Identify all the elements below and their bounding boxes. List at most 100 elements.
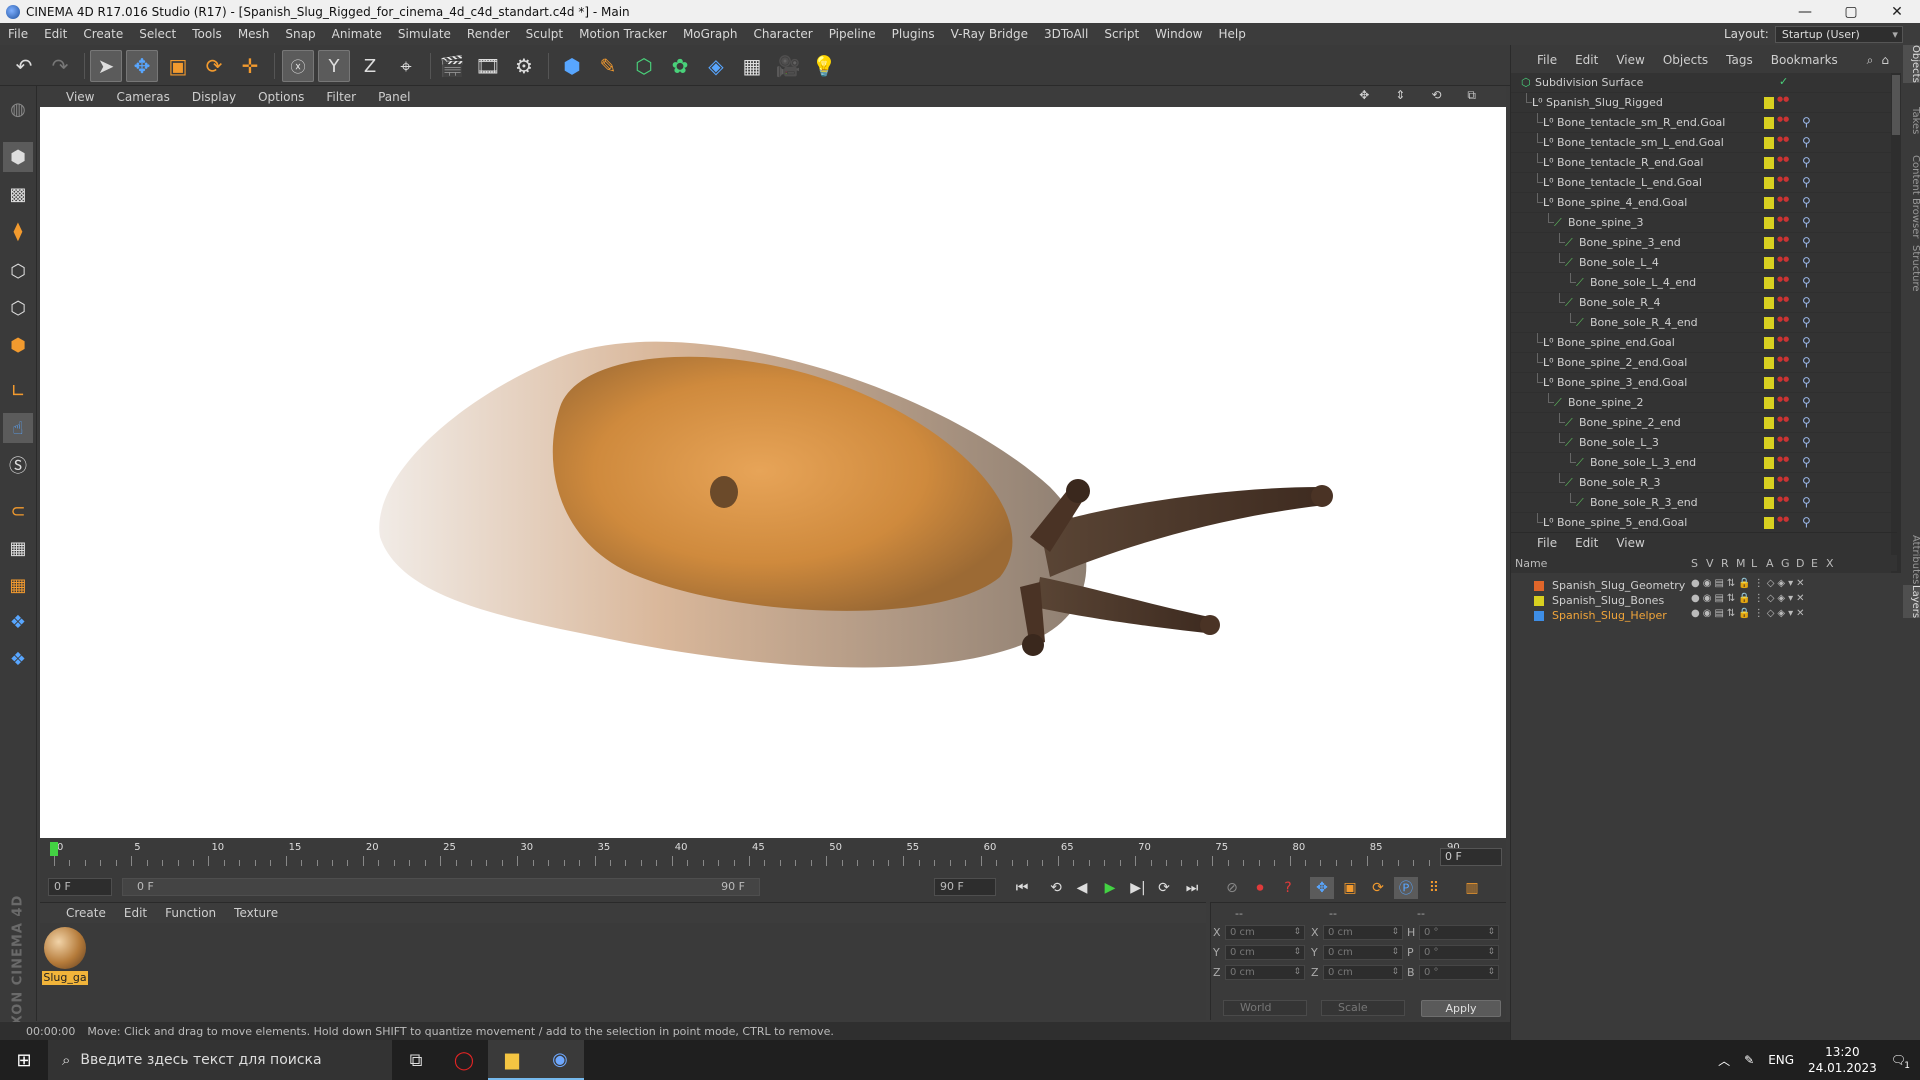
object-row[interactable]: ⟋ Bone_sole_L_4 ●● ⚲ [1511, 253, 1891, 273]
transform-icon[interactable]: ✛ [234, 50, 266, 82]
coord-value-field[interactable]: 0 cm [1225, 965, 1305, 980]
layer-color-swatch[interactable] [1764, 497, 1774, 509]
locked-workplane-icon[interactable]: ▦ [3, 533, 33, 563]
material-thumbnail[interactable]: Slug_ga [42, 927, 88, 987]
visibility-dots-icon[interactable]: ●● [1777, 156, 1789, 163]
menu-help[interactable]: Help [1218, 27, 1245, 41]
snap-icon[interactable]: Ⓢ [3, 450, 33, 480]
layer-menu-file[interactable]: File [1537, 536, 1557, 550]
ik-tag-icon[interactable]: ⚲ [1802, 255, 1811, 269]
viewport-menu-cameras[interactable]: Cameras [116, 90, 169, 104]
object-row[interactable]: L⁰ Bone_tentacle_L_end.Goal ●● ⚲ [1511, 173, 1891, 193]
floor-icon[interactable]: ▦ [736, 50, 768, 82]
visibility-dots-icon[interactable]: ●● [1777, 356, 1789, 363]
layer-name[interactable]: Spanish_Slug_Geometry [1552, 579, 1685, 592]
coord-value-field[interactable]: 0 ° [1419, 945, 1499, 960]
windows-start-icon[interactable]: ⊞ [0, 1040, 48, 1080]
layer-column-r[interactable]: R [1721, 557, 1729, 570]
visibility-dots-icon[interactable]: ●● [1777, 336, 1789, 343]
object-row[interactable]: L⁰ Bone_spine_4_end.Goal ●● ⚲ [1511, 193, 1891, 213]
object-row[interactable]: L⁰ Bone_tentacle_R_end.Goal ●● ⚲ [1511, 153, 1891, 173]
layer-column-d[interactable]: D [1796, 557, 1804, 570]
dolly-icon[interactable]: ⇕ [1395, 88, 1405, 103]
menu-v-ray-bridge[interactable]: V-Ray Bridge [951, 27, 1028, 41]
visibility-dots-icon[interactable]: ●● [1777, 496, 1789, 503]
visibility-dots-icon[interactable]: ●● [1777, 96, 1789, 103]
edges-mode-icon[interactable]: ⬡ [3, 293, 33, 323]
object-row[interactable]: ⟋ Bone_sole_R_3_end ●● ⚲ [1511, 493, 1891, 513]
ik-tag-icon[interactable]: ⚲ [1802, 135, 1811, 149]
object-name[interactable]: Bone_spine_4_end.Goal [1557, 196, 1687, 209]
key-parameter-icon[interactable]: Ⓟ [1394, 877, 1418, 899]
menu-sculpt[interactable]: Sculpt [526, 27, 563, 41]
go-to-start-icon[interactable]: ⏮ [1010, 877, 1034, 899]
object-name[interactable]: Bone_sole_L_4_end [1590, 276, 1696, 289]
menu-script[interactable]: Script [1104, 27, 1139, 41]
coord-value-field[interactable]: 0 cm [1323, 925, 1403, 940]
ik-tag-icon[interactable]: ⚲ [1802, 455, 1811, 469]
layer-column-x[interactable]: X [1826, 557, 1834, 570]
render-picture-viewer-icon[interactable]: 🎞 [472, 50, 504, 82]
key-position-icon[interactable]: ✥ [1310, 877, 1334, 899]
layer-color-swatch[interactable] [1764, 317, 1774, 329]
ik-tag-icon[interactable]: ⚲ [1802, 275, 1811, 289]
layer-color-swatch[interactable] [1764, 177, 1774, 189]
menu-select[interactable]: Select [139, 27, 176, 41]
coord-value-field[interactable]: 0 cm [1225, 925, 1305, 940]
axis-mode-icon[interactable]: ∟ [3, 376, 33, 406]
object-row[interactable]: ⬡ Subdivision Surface ✓ [1511, 73, 1891, 93]
layer-menu-view[interactable]: View [1616, 536, 1644, 550]
layer-color-swatch[interactable] [1764, 277, 1774, 289]
object-name[interactable]: Subdivision Surface [1535, 76, 1643, 89]
menu-file[interactable]: File [8, 27, 28, 41]
material-menu-function[interactable]: Function [165, 906, 216, 920]
ik-tag-icon[interactable]: ⚲ [1802, 515, 1811, 529]
object-row[interactable]: ⟋ Bone_sole_R_4_end ●● ⚲ [1511, 313, 1891, 333]
object-name[interactable]: Bone_tentacle_sm_L_end.Goal [1557, 136, 1724, 149]
layer-name[interactable]: Spanish_Slug_Helper [1552, 609, 1667, 622]
object-name[interactable]: Bone_tentacle_sm_R_end.Goal [1557, 116, 1725, 129]
visibility-dots-icon[interactable]: ●● [1777, 276, 1789, 283]
python-generator-icon[interactable]: ❖ [3, 644, 33, 674]
object-row[interactable]: L⁰ Bone_spine_2_end.Goal ●● ⚲ [1511, 353, 1891, 373]
layer-color-swatch[interactable] [1764, 397, 1774, 409]
side-tab-takes[interactable]: Takes [1903, 107, 1920, 134]
pen-workspace-icon[interactable]: ✎ [1744, 1053, 1754, 1067]
visibility-dots-icon[interactable]: ●● [1777, 416, 1789, 423]
layer-color-swatch[interactable] [1764, 377, 1774, 389]
y-axis-lock-button[interactable]: Y [318, 50, 350, 82]
coord-size-mode-dropdown[interactable]: Scale [1321, 1000, 1405, 1016]
next-frame-icon[interactable]: ▶| [1126, 877, 1150, 899]
ik-tag-icon[interactable]: ⚲ [1802, 175, 1811, 189]
object-row[interactable]: L⁰ Spanish_Slug_Rigged ●● [1511, 93, 1891, 113]
scale-icon[interactable]: ▣ [162, 50, 194, 82]
light-icon[interactable]: 💡 [808, 50, 840, 82]
scheme-settings-icon[interactable]: ▥ [1460, 877, 1484, 899]
visibility-dots-icon[interactable]: ●● [1777, 136, 1789, 143]
search-icon[interactable]: ⌕ [1867, 53, 1874, 68]
object-menu-objects[interactable]: Objects [1663, 53, 1708, 67]
frame-range-slider[interactable]: 0 F 90 F [122, 878, 760, 896]
tweak-mode-icon[interactable]: ☝ [3, 413, 33, 443]
timeline-playhead[interactable] [50, 842, 58, 856]
autokeying-icon[interactable]: ⏺ [1248, 877, 1272, 899]
layer-color-swatch[interactable] [1764, 517, 1774, 529]
visibility-dots-icon[interactable]: ●● [1777, 296, 1789, 303]
layer-column-m[interactable]: M [1736, 557, 1746, 570]
layer-color-swatch[interactable] [1764, 237, 1774, 249]
object-name[interactable]: Bone_tentacle_R_end.Goal [1557, 156, 1703, 169]
object-menu-edit[interactable]: Edit [1575, 53, 1598, 67]
visibility-dots-icon[interactable]: ●● [1777, 196, 1789, 203]
tray-expand-icon[interactable]: ︿ [1718, 1052, 1730, 1069]
layer-row[interactable]: Spanish_Slug_Helper ●◉▤⇅🔒⋮◇◈▾✕ [1511, 608, 1897, 623]
object-menu-file[interactable]: File [1537, 53, 1557, 67]
coordinate-system-icon[interactable]: ⌖ [390, 50, 422, 82]
ik-tag-icon[interactable]: ⚲ [1802, 335, 1811, 349]
file-explorer-icon[interactable]: ▆ [488, 1040, 536, 1080]
python-script-icon[interactable]: ❖ [3, 607, 33, 637]
planar-workplane-icon[interactable]: ▦ [3, 570, 33, 600]
coord-value-field[interactable]: 0 cm [1323, 965, 1403, 980]
layer-column-l[interactable]: L [1751, 557, 1757, 570]
viewport-menu-panel[interactable]: Panel [378, 90, 410, 104]
texture-mode-icon[interactable]: ▩ [3, 179, 33, 209]
